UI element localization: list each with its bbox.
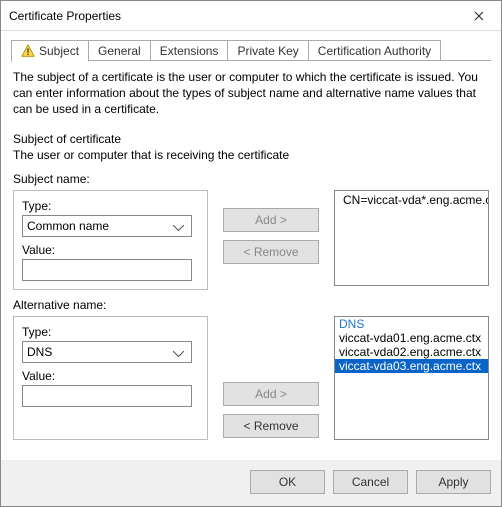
subject-description: The subject of a certificate is the user… <box>13 69 489 118</box>
tab-private-key[interactable]: Private Key <box>227 40 308 61</box>
subject-remove-button[interactable]: < Remove <box>223 240 319 264</box>
warning-icon <box>21 44 35 58</box>
alt-remove-button[interactable]: < Remove <box>223 414 319 438</box>
subject-name-row: Type: Common name Value: Add > < Remove … <box>13 190 489 290</box>
alt-list-item[interactable]: viccat-vda03.eng.acme.ctx <box>335 359 488 373</box>
tab-subject[interactable]: Subject <box>11 40 89 62</box>
alt-buttons: Add > < Remove <box>216 316 326 440</box>
subject-list[interactable]: CN=viccat-vda*.eng.acme.ctx <box>334 190 489 286</box>
tab-label: Private Key <box>237 44 298 58</box>
subject-value-input[interactable] <box>22 259 192 281</box>
window: Certificate Properties Subject General E… <box>0 0 502 507</box>
subject-buttons: Add > < Remove <box>216 190 326 290</box>
close-button[interactable] <box>456 1 501 31</box>
window-title: Certificate Properties <box>9 9 456 23</box>
alternative-name-box: Type: DNS Value: <box>13 316 208 440</box>
alt-list-heading: DNS <box>335 317 488 331</box>
subject-list-item[interactable]: CN=viccat-vda*.eng.acme.ctx <box>339 193 484 207</box>
apply-button[interactable]: Apply <box>416 470 491 494</box>
titlebar: Certificate Properties <box>1 1 501 31</box>
cancel-button[interactable]: Cancel <box>333 470 408 494</box>
alt-list[interactable]: DNS viccat-vda01.eng.acme.ctx viccat-vda… <box>334 316 489 440</box>
subject-name-box: Type: Common name Value: <box>13 190 208 290</box>
alt-value-label: Value: <box>22 369 199 383</box>
alt-type-select[interactable]: DNS <box>22 341 192 363</box>
tab-panel-subject: The subject of a certificate is the user… <box>11 61 491 460</box>
alt-value-input[interactable] <box>22 385 192 407</box>
subject-name-label: Subject name: <box>13 172 489 186</box>
tab-general[interactable]: General <box>88 40 151 61</box>
tab-strip: Subject General Extensions Private Key C… <box>11 39 491 61</box>
tab-certification-authority[interactable]: Certification Authority <box>308 40 441 61</box>
alt-list-item[interactable]: viccat-vda01.eng.acme.ctx <box>335 331 488 345</box>
subject-of-certificate-heading: Subject of certificate <box>13 132 489 146</box>
tab-extensions[interactable]: Extensions <box>150 40 229 61</box>
alt-add-button[interactable]: Add > <box>223 382 319 406</box>
ok-button[interactable]: OK <box>250 470 325 494</box>
tab-label: Certification Authority <box>318 44 431 58</box>
alternative-name-label: Alternative name: <box>13 298 489 312</box>
dialog-footer: OK Cancel Apply <box>1 460 501 506</box>
subject-type-label: Type: <box>22 199 199 213</box>
content: Subject General Extensions Private Key C… <box>1 31 501 460</box>
close-icon <box>474 11 484 21</box>
subject-add-button[interactable]: Add > <box>223 208 319 232</box>
alt-list-item[interactable]: viccat-vda02.eng.acme.ctx <box>335 345 488 359</box>
alt-type-label: Type: <box>22 325 199 339</box>
subject-type-select[interactable]: Common name <box>22 215 192 237</box>
tab-label: Subject <box>39 44 79 58</box>
alternative-name-row: Type: DNS Value: Add > < Remove DNS vicc… <box>13 316 489 440</box>
tab-label: General <box>98 44 141 58</box>
tab-label: Extensions <box>160 44 219 58</box>
subject-value-label: Value: <box>22 243 199 257</box>
subject-of-certificate-sub: The user or computer that is receiving t… <box>13 148 489 162</box>
